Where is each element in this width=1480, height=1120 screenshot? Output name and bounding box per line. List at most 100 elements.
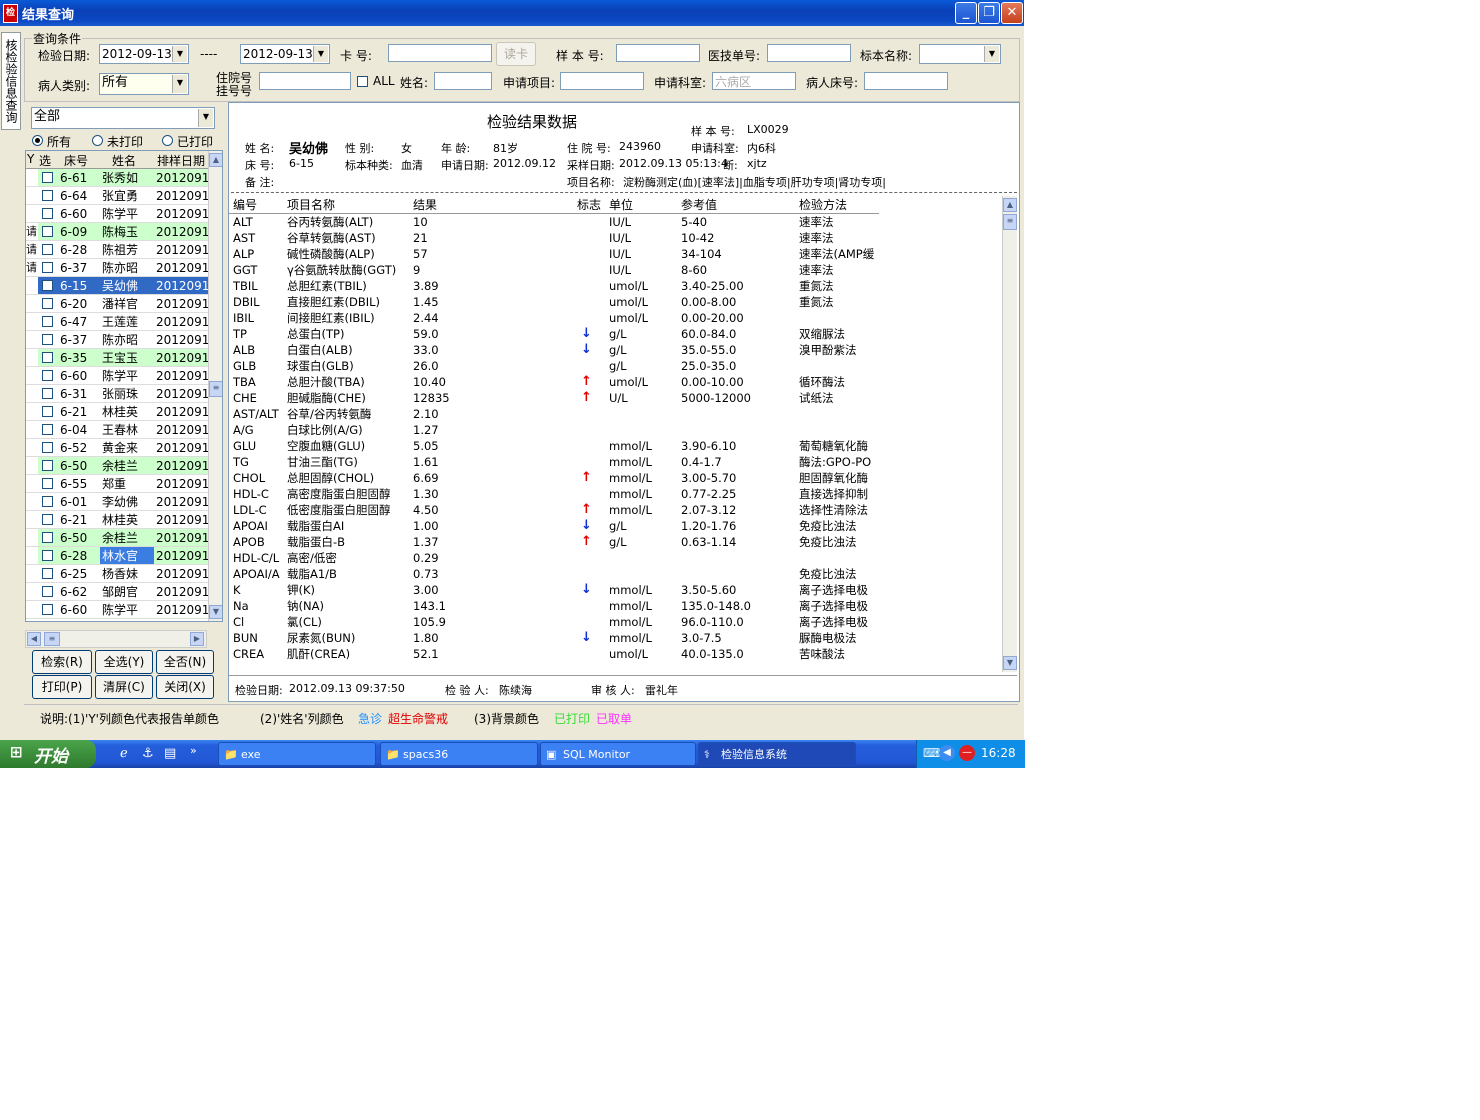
request-item-input[interactable] <box>560 72 644 90</box>
result-row[interactable]: GLU 空腹血糖(GLU) 5.05 mmol/L 3.90-6.10 葡萄糖氧化酶 <box>229 438 999 454</box>
radio-circle[interactable] <box>92 135 103 146</box>
result-row[interactable]: APOB 载脂蛋白-B 1.37 ↑ g/L 0.63-1.14 免疫比浊法 <box>229 534 999 550</box>
close-button[interactable]: ✕ <box>1001 2 1023 24</box>
clear-button[interactable]: 清屏(C) <box>95 675 153 699</box>
row-checkbox[interactable] <box>42 532 53 543</box>
taskbar-item[interactable]: 📁 exe <box>218 742 376 766</box>
patient-list[interactable]: Y 选 床号 姓名 排样日期 6-61 张秀如 2012091 6-64 张宜勇 2012… <box>25 150 223 622</box>
stop-icon[interactable]: — <box>959 745 975 761</box>
scroll-left-icon[interactable]: ◀ <box>27 632 41 646</box>
row-checkbox[interactable] <box>42 370 53 381</box>
result-row[interactable]: TG 甘油三酯(TG) 1.61 mmol/L 0.4-1.7 酶法:GPO-PO <box>229 454 999 470</box>
doctor-no-input[interactable] <box>767 44 851 62</box>
patient-row[interactable]: 6-60 陈学平 2012091 <box>26 205 210 223</box>
request-dept-input[interactable]: 六病区 <box>712 72 796 90</box>
patient-row[interactable]: 6-01 李幼佛 2012091 <box>26 493 210 511</box>
row-checkbox[interactable] <box>42 298 53 309</box>
result-row[interactable]: A/G 白球比例(A/G) 1.27 <box>229 422 999 438</box>
print-button[interactable]: 打印(P) <box>32 675 92 699</box>
result-row[interactable]: ALT 谷丙转氨酶(ALT) 10 IU/L 5-40 速率法 <box>229 214 999 230</box>
patient-row[interactable]: 6-64 张宜勇 2012091 <box>26 187 210 205</box>
select-none-button[interactable]: 全否(N) <box>156 650 214 674</box>
result-row[interactable]: CREA 肌酐(CREA) 52.1 umol/L 40.0-135.0 苦味酸法 <box>229 646 999 662</box>
row-checkbox[interactable] <box>42 388 53 399</box>
result-row[interactable]: APOAI 载脂蛋白AI 1.00 ↓ g/L 1.20-1.76 免疫比浊法 <box>229 518 999 534</box>
ie-icon[interactable]: ℯ <box>120 746 128 761</box>
result-row[interactable]: TBA 总胆汁酸(TBA) 10.40 ↑ umol/L 0.00-10.00 循环酶法 <box>229 374 999 390</box>
scroll-thumb[interactable]: ≡ <box>1003 214 1017 230</box>
result-row[interactable]: Na 钠(NA) 143.1 mmol/L 135.0-148.0 离子选择电极 <box>229 598 999 614</box>
chevron-down-icon[interactable]: ▼ <box>984 46 999 62</box>
document-icon[interactable]: ▤ <box>164 746 176 761</box>
patient-list-hscrollbar[interactable]: ◀ ≡ ▶ <box>25 630 207 648</box>
row-checkbox[interactable] <box>42 586 53 597</box>
result-row[interactable]: IBIL 间接胆红素(IBIL) 2.44 umol/L 0.00-20.00 <box>229 310 999 326</box>
patient-row[interactable]: 6-20 潘祥官 2012091 <box>26 295 210 313</box>
row-checkbox[interactable] <box>42 550 53 561</box>
radio-circle[interactable] <box>32 135 43 146</box>
taskbar-item[interactable]: ⚕ 检验信息系统 <box>698 742 856 766</box>
patient-row[interactable]: 请 6-28 陈祖芳 2012091 <box>26 241 210 259</box>
scroll-down-icon[interactable]: ▼ <box>209 605 222 619</box>
read-card-button[interactable]: 读卡 <box>496 42 536 66</box>
scroll-right-icon[interactable]: ▶ <box>190 632 204 646</box>
result-row[interactable]: Cl 氯(CL) 105.9 mmol/L 96.0-110.0 离子选择电极 <box>229 614 999 630</box>
taskbar-item[interactable]: ▣ SQL Monitor <box>540 742 696 766</box>
sample-input[interactable] <box>616 44 700 62</box>
row-checkbox[interactable] <box>42 496 53 507</box>
row-checkbox[interactable] <box>42 604 53 615</box>
row-checkbox[interactable] <box>42 334 53 345</box>
start-button[interactable]: ⊞ 开始 <box>0 740 96 768</box>
scroll-down-icon[interactable]: ▼ <box>1003 656 1017 670</box>
chevron-down-icon[interactable]: ▼ <box>172 46 187 62</box>
result-row[interactable]: K 钾(K) 3.00 ↓ mmol/L 3.50-5.60 离子选择电极 <box>229 582 999 598</box>
ward-select[interactable]: 全部 ▼ <box>31 107 215 129</box>
result-row[interactable]: HDL-C/L 高密/低密 0.29 <box>229 550 999 566</box>
scroll-thumb[interactable]: ≡ <box>209 381 222 397</box>
patient-list-scrollbar[interactable]: ▲ ≡ ▼ <box>208 151 222 621</box>
radio-circle[interactable] <box>162 135 173 146</box>
patient-row[interactable]: 6-55 郑重 2012091 <box>26 475 210 493</box>
select-all-button[interactable]: 全选(Y) <box>95 650 153 674</box>
patient-row[interactable]: 6-25 杨香妹 2012091 <box>26 565 210 583</box>
patient-row[interactable]: 6-50 余桂兰 2012091 <box>26 529 210 547</box>
search-button[interactable]: 检索(R) <box>32 650 92 674</box>
anchor-icon[interactable]: ⚓ <box>142 746 154 761</box>
result-row[interactable]: TBIL 总胆红素(TBIL) 3.89 umol/L 3.40-25.00 重氮法 <box>229 278 999 294</box>
hscroll-thumb[interactable]: ≡ <box>44 632 60 646</box>
restore-button[interactable]: ❐ <box>978 2 1000 24</box>
patient-row[interactable]: 6-21 林桂英 2012091 <box>26 403 210 421</box>
chevron-down-icon[interactable]: ▼ <box>198 109 213 127</box>
patient-row[interactable]: 6-62 邹朗官 2012091 <box>26 583 210 601</box>
row-checkbox[interactable] <box>42 190 53 201</box>
patient-row[interactable]: 6-35 王宝玉 2012091 <box>26 349 210 367</box>
card-input[interactable] <box>388 44 492 62</box>
patient-row[interactable]: 请 6-37 陈亦昭 2012091 <box>26 259 210 277</box>
patient-row[interactable]: 请 6-09 陈梅玉 2012091 <box>26 223 210 241</box>
report-scrollbar[interactable]: ▲ ≡ ▼ <box>1002 196 1017 672</box>
row-checkbox[interactable] <box>42 352 53 363</box>
date-to-picker[interactable]: 2012-09-13 ▼ <box>240 44 330 64</box>
row-checkbox[interactable] <box>42 316 53 327</box>
all-checkbox[interactable] <box>357 76 368 87</box>
name-input[interactable] <box>434 72 492 90</box>
patient-row[interactable]: 6-60 陈学平 2012091 <box>26 367 210 385</box>
row-checkbox[interactable] <box>42 244 53 255</box>
minimize-button[interactable]: _ <box>955 2 977 24</box>
date-from-picker[interactable]: 2012-09-13 ▼ <box>99 44 189 64</box>
result-row[interactable]: DBIL 直接胆红素(DBIL) 1.45 umol/L 0.00-8.00 重氮法 <box>229 294 999 310</box>
keyboard-icon[interactable]: ⌨ <box>923 746 940 760</box>
result-row[interactable]: ALP 碱性磷酸酶(ALP) 57 IU/L 34-104 速率法(AMP缓 <box>229 246 999 262</box>
result-row[interactable]: HDL-C 高密度脂蛋白胆固醇 1.30 mmol/L 0.77-2.25 直接选择抑制 <box>229 486 999 502</box>
patient-row[interactable]: 6-37 陈亦昭 2012091 <box>26 331 210 349</box>
taskbar-item[interactable]: 📁 spacs36 <box>380 742 538 766</box>
expand-icon[interactable]: » <box>190 744 197 757</box>
row-checkbox[interactable] <box>42 208 53 219</box>
patient-row[interactable]: 6-60 陈学平 2012091 <box>26 601 210 619</box>
patient-row[interactable]: 6-28 林水官 2012091 <box>26 547 210 565</box>
row-checkbox[interactable] <box>42 262 53 273</box>
result-row[interactable]: APOAI/A 载脂A1/B 0.73 免疫比浊法 <box>229 566 999 582</box>
patient-row[interactable]: 6-21 林桂英 2012091 <box>26 511 210 529</box>
close-dialog-button[interactable]: 关闭(X) <box>156 675 214 699</box>
row-checkbox[interactable] <box>42 226 53 237</box>
